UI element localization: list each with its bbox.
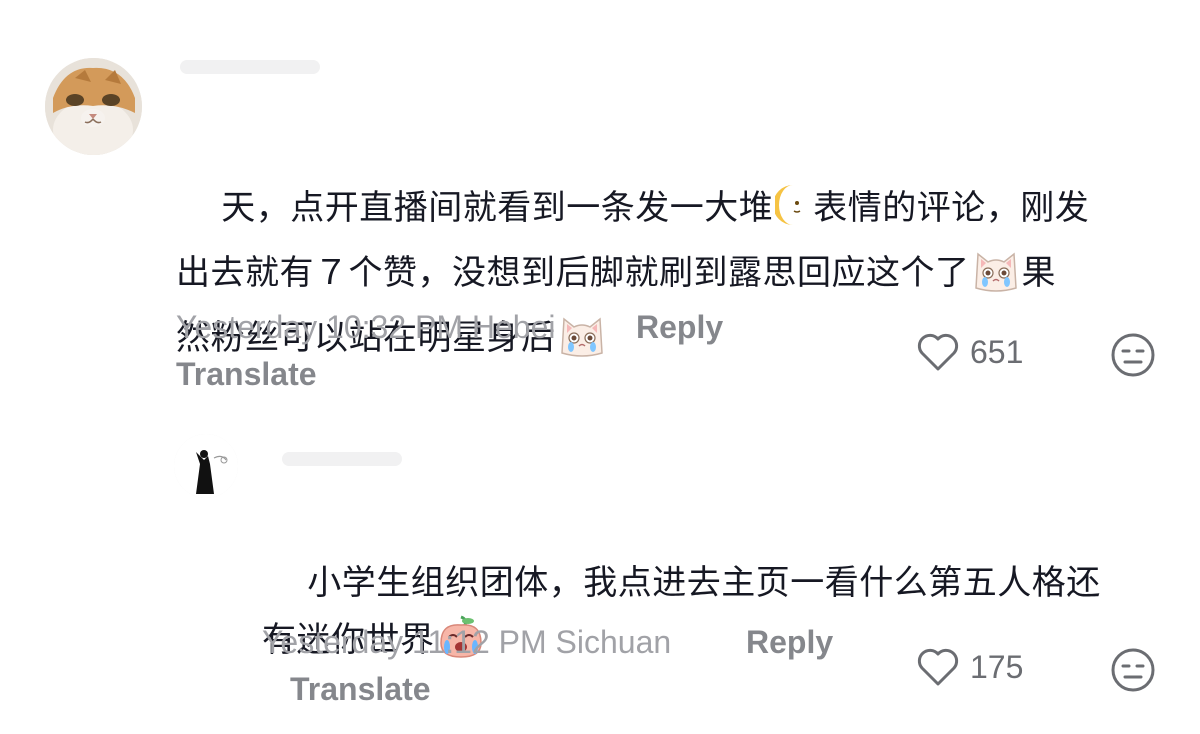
neutral-face-icon [1111,333,1155,377]
heart-icon [917,648,959,686]
comment-text-line: 表情的评论，刚发 [813,188,1090,228]
like-button[interactable]: 175 [916,647,1023,687]
avatar[interactable] [174,434,238,498]
username-hidden[interactable] [180,60,320,74]
dislike-button[interactable] [1110,332,1156,382]
neutral-face-icon [1111,648,1155,692]
crescent-moon-icon [773,183,811,245]
username-hidden[interactable] [282,452,402,466]
like-count: 175 [970,648,1024,685]
like-button[interactable]: 651 [916,332,1023,372]
comment-meta: Yesterday 10:32 PM Hebei [176,309,556,345]
crying-cat-icon [972,248,1020,310]
dislike-button[interactable] [1110,647,1156,697]
crying-cat-icon [558,313,606,375]
comment-text-line: 小学生组织团体，我点进去主页一看什么第五人格还 [307,563,1101,603]
comment-text-line: 天，点开直播间就看到一条发一大堆 [221,188,774,228]
translate-button[interactable]: Translate [290,671,431,708]
comment-meta: Yesterday 11:12 PM Sichuan [262,624,672,660]
comment-text-line: 出去就有７个赞，没想到后脚就刷到露思回应这个了 [176,253,970,293]
comment-text-line: 果 [1021,253,1056,293]
cat-avatar-icon [45,58,142,155]
silhouette-avatar-icon [174,434,238,498]
avatar[interactable] [45,58,142,155]
reply-button[interactable]: Reply [636,309,723,346]
reply-button[interactable]: Reply [746,624,833,661]
heart-icon [917,333,959,371]
translate-button[interactable]: Translate [176,356,317,393]
like-count: 651 [970,333,1024,370]
